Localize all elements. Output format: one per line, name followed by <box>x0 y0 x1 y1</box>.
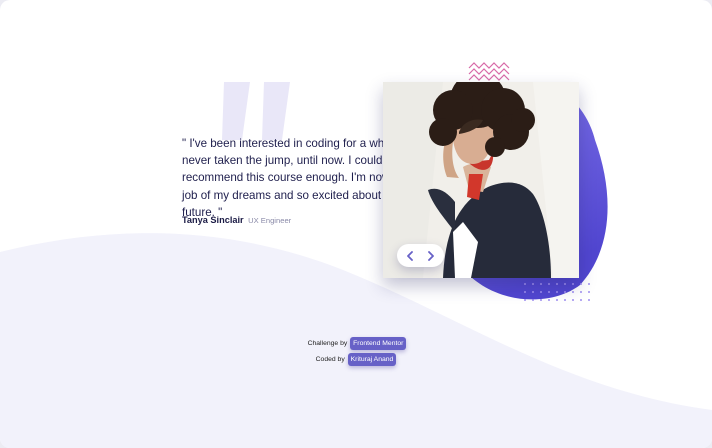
author-line: Tanya Sinclair UX Engineer <box>182 215 291 225</box>
dots-pattern-icon <box>524 283 590 301</box>
attribution-coded-text: Coded by <box>315 356 345 363</box>
attribution-challenge: Challenge by Frontend Mentor <box>0 337 712 350</box>
chevron-left-icon <box>407 250 413 261</box>
prev-button[interactable] <box>402 248 418 264</box>
slider-controls <box>397 244 444 267</box>
author-role: UX Engineer <box>248 216 292 225</box>
attribution-coded: Coded by Krituraj Anand <box>0 353 712 366</box>
frontend-mentor-link[interactable]: Frontend Mentor <box>350 337 407 350</box>
author-link[interactable]: Krituraj Anand <box>347 353 397 366</box>
page-frame: " I've been interested in coding for a w… <box>0 0 712 448</box>
chevron-right-icon <box>428 250 434 261</box>
quote-mark-icon <box>222 82 290 140</box>
zigzag-pattern-icon <box>468 62 510 81</box>
next-button[interactable] <box>423 248 439 264</box>
author-name: Tanya Sinclair <box>182 215 244 225</box>
attribution-challenge-text: Challenge by <box>307 340 348 347</box>
